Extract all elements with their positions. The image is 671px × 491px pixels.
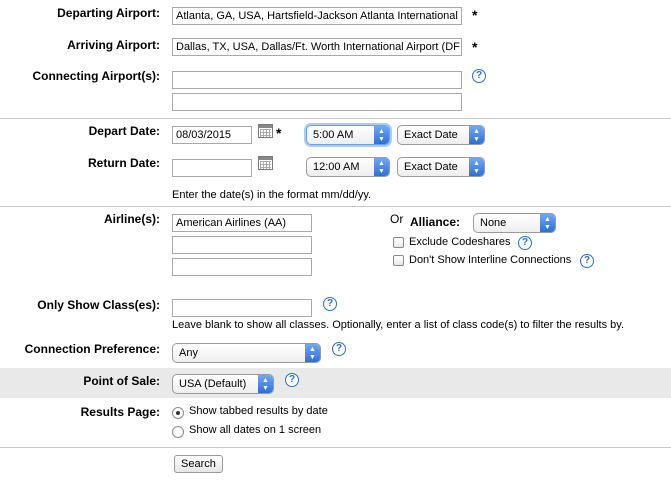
- depart-flex-value: Exact Date: [404, 129, 458, 141]
- classes-input[interactable]: [172, 299, 312, 317]
- departing-airport-label: Departing Airport:: [57, 6, 160, 20]
- return-time-value: 12:00 AM: [313, 161, 360, 173]
- chevron-updown-icon: ▲ ▼: [540, 214, 555, 232]
- results-tabbed-label: Show tabbed results by date: [189, 405, 328, 417]
- calendar-icon[interactable]: [258, 156, 273, 170]
- results-single-radio[interactable]: [172, 426, 184, 438]
- help-icon[interactable]: ?: [518, 236, 532, 250]
- exclude-codeshares-label: Exclude Codeshares: [409, 236, 511, 248]
- return-flex-select[interactable]: Exact Date ▲ ▼: [397, 157, 485, 177]
- help-icon[interactable]: ?: [580, 254, 594, 268]
- alliance-label: Alliance:: [410, 215, 461, 229]
- depart-time-select[interactable]: 5:00 AM ▲ ▼: [306, 125, 390, 145]
- chevron-updown-icon: ▲ ▼: [469, 126, 484, 144]
- departing-airport-input[interactable]: Atlanta, GA, USA, Hartsfield-Jackson Atl…: [172, 7, 462, 25]
- results-page-label: Results Page:: [80, 405, 160, 419]
- chevron-updown-icon: ▲ ▼: [469, 158, 484, 176]
- search-button[interactable]: Search: [174, 455, 223, 473]
- arriving-airport-input[interactable]: Dallas, TX, USA, Dallas/Ft. Worth Intern…: [172, 38, 462, 56]
- date-format-hint: Enter the date(s) in the format mm/dd/yy…: [172, 189, 372, 201]
- help-icon[interactable]: ?: [285, 373, 299, 387]
- connection-preference-label: Connection Preference:: [24, 342, 160, 356]
- classes-label: Only Show Class(es):: [37, 298, 160, 312]
- section-divider: [0, 206, 671, 207]
- exclude-codeshares-checkbox[interactable]: [393, 237, 404, 248]
- chevron-updown-icon: ▲ ▼: [258, 375, 273, 393]
- alliance-select[interactable]: None ▲ ▼: [473, 213, 556, 233]
- connecting-airport-input-1[interactable]: [172, 71, 462, 89]
- connection-preference-value: Any: [179, 347, 198, 359]
- airline-input-2[interactable]: [172, 236, 312, 254]
- help-icon[interactable]: ?: [472, 69, 486, 83]
- calendar-icon[interactable]: [258, 124, 273, 138]
- point-of-sale-value: USA (Default): [179, 378, 247, 390]
- chevron-updown-icon: ▲ ▼: [374, 126, 389, 144]
- required-mark: *: [472, 7, 478, 23]
- no-interline-checkbox[interactable]: [393, 255, 404, 266]
- required-mark: *: [276, 125, 282, 141]
- alliance-value: None: [480, 217, 507, 229]
- depart-date-input[interactable]: 08/03/2015: [172, 126, 252, 144]
- section-divider: [0, 118, 671, 119]
- return-time-select[interactable]: 12:00 AM ▲ ▼: [306, 157, 390, 177]
- depart-flex-select[interactable]: Exact Date ▲ ▼: [397, 125, 485, 145]
- connecting-airport-label: Connecting Airport(s):: [32, 69, 160, 83]
- return-date-input[interactable]: [172, 159, 252, 177]
- no-interline-label: Don't Show Interline Connections: [409, 254, 572, 266]
- airlines-label: Airline(s):: [103, 212, 160, 226]
- or-text: Or: [390, 212, 404, 226]
- airline-input-3[interactable]: [172, 258, 312, 276]
- chevron-updown-icon: ▲ ▼: [305, 344, 320, 362]
- depart-date-label: Depart Date:: [88, 124, 160, 138]
- results-single-label: Show all dates on 1 screen: [189, 424, 322, 436]
- depart-time-value: 5:00 AM: [313, 129, 354, 141]
- help-icon[interactable]: ?: [332, 342, 346, 356]
- connecting-airport-input-2[interactable]: [172, 93, 462, 111]
- return-date-label: Return Date:: [87, 156, 160, 170]
- airline-input-1[interactable]: American Airlines (AA): [172, 214, 312, 232]
- point-of-sale-label: Point of Sale:: [83, 374, 160, 388]
- connection-preference-select[interactable]: Any ▲ ▼: [172, 343, 321, 363]
- classes-hint: Leave blank to show all classes. Optiona…: [172, 319, 625, 331]
- section-divider: [0, 447, 671, 448]
- chevron-updown-icon: ▲ ▼: [374, 158, 389, 176]
- point-of-sale-select[interactable]: USA (Default) ▲ ▼: [172, 374, 274, 394]
- results-tabbed-radio[interactable]: [172, 407, 184, 419]
- arriving-airport-label: Arriving Airport:: [67, 38, 160, 52]
- return-flex-value: Exact Date: [404, 161, 458, 173]
- required-mark: *: [472, 39, 478, 55]
- help-icon[interactable]: ?: [323, 297, 337, 311]
